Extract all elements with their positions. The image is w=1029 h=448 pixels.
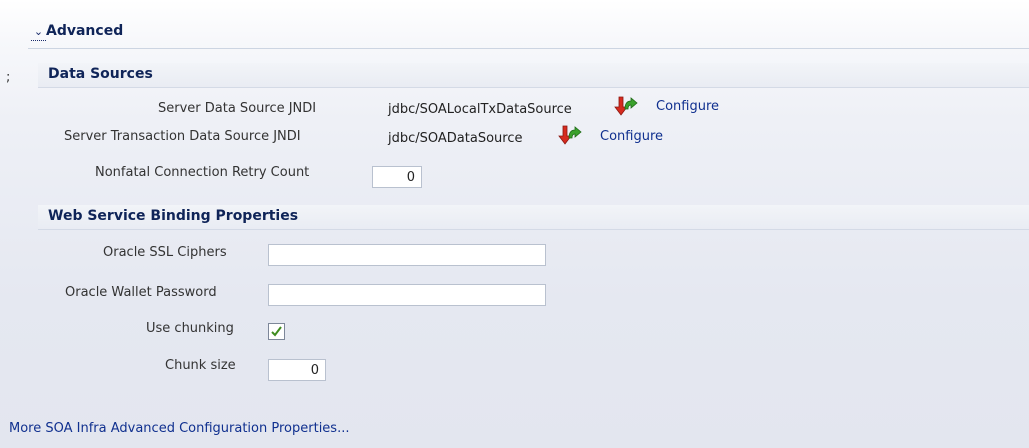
server-ds-jndi-value: jdbc/SOALocalTxDataSource — [388, 102, 572, 117]
advanced-section-title[interactable]: Advanced — [46, 23, 123, 39]
stray-glyph: ; — [6, 70, 11, 85]
retry-count-label: Nonfatal Connection Retry Count — [95, 165, 310, 180]
server-tx-ds-jndi-label: Server Transaction Data Source JNDI — [64, 129, 301, 144]
checkmark-icon — [271, 326, 282, 337]
more-advanced-properties-link[interactable]: More SOA Infra Advanced Configuration Pr… — [9, 421, 349, 436]
ssl-ciphers-input[interactable] — [268, 244, 546, 266]
server-tx-ds-jndi-value: jdbc/SOADataSource — [388, 131, 523, 146]
chunk-size-label: Chunk size — [165, 358, 236, 373]
data-sources-title: Data Sources — [48, 66, 153, 82]
refresh-arrows-icon[interactable] — [556, 124, 582, 146]
data-sources-header: Data Sources — [38, 63, 1029, 88]
chunk-size-input[interactable] — [268, 359, 326, 381]
server-ds-jndi-label: Server Data Source JNDI — [158, 101, 317, 116]
ssl-ciphers-label: Oracle SSL Ciphers — [103, 245, 227, 260]
wallet-password-label: Oracle Wallet Password — [65, 285, 217, 300]
use-chunking-label: Use chunking — [146, 321, 234, 336]
retry-count-input[interactable] — [372, 166, 422, 188]
server-tx-ds-configure-link[interactable]: Configure — [600, 129, 663, 144]
server-ds-configure-link[interactable]: Configure — [656, 99, 719, 114]
ws-binding-title: Web Service Binding Properties — [48, 208, 299, 224]
wallet-password-input[interactable] — [268, 284, 546, 306]
use-chunking-checkbox[interactable] — [268, 323, 285, 340]
advanced-header-divider — [28, 48, 1029, 49]
disclosure-toggle-icon[interactable]: ⌄ — [31, 25, 46, 41]
ws-binding-header: Web Service Binding Properties — [38, 205, 1029, 230]
refresh-arrows-icon[interactable] — [612, 95, 638, 117]
